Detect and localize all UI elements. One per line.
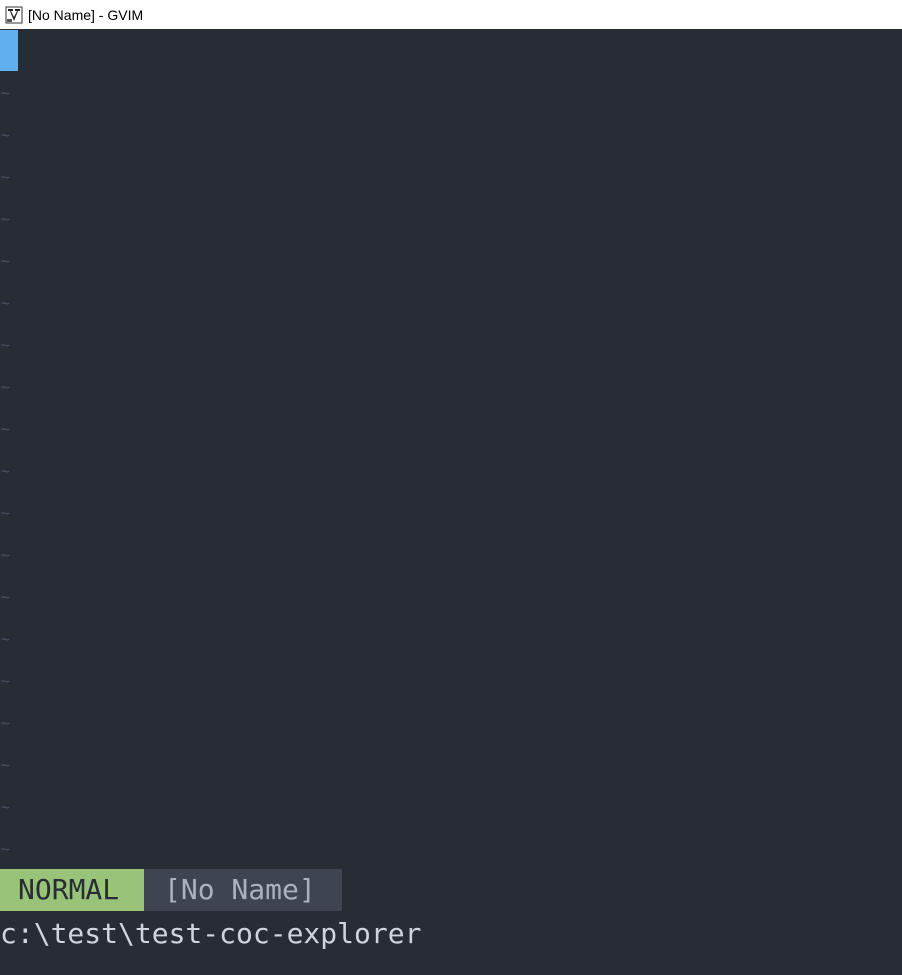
status-line: NORMAL [No Name] bbox=[0, 869, 902, 911]
gvim-icon[interactable] bbox=[4, 5, 24, 25]
block-cursor bbox=[0, 30, 18, 71]
empty-line-tilde: ~ bbox=[1, 630, 11, 648]
empty-line-tilde: ~ bbox=[1, 252, 11, 270]
empty-line-tilde: ~ bbox=[1, 168, 11, 186]
empty-line-tilde: ~ bbox=[1, 546, 11, 564]
command-line[interactable]: c:\test\test-coc-explorer bbox=[0, 911, 902, 957]
empty-line-tilde: ~ bbox=[1, 378, 11, 396]
empty-line-tilde: ~ bbox=[1, 84, 11, 102]
gvim-window: [No Name] - GVIM ~ ~ ~ ~ ~ ~ ~ ~ ~ ~ ~ ~ ~ ~ ~ ~ ~ ~ ~ NOR… bbox=[0, 0, 902, 975]
empty-line-tilde: ~ bbox=[1, 294, 11, 312]
empty-line-tilde: ~ bbox=[1, 840, 11, 858]
empty-line-tilde: ~ bbox=[1, 210, 11, 228]
mode-indicator: NORMAL bbox=[0, 869, 144, 911]
empty-line-tilde: ~ bbox=[1, 798, 11, 816]
editor-area[interactable]: ~ ~ ~ ~ ~ ~ ~ ~ ~ ~ ~ ~ ~ ~ ~ ~ ~ ~ ~ bbox=[0, 29, 902, 869]
empty-line-tilde: ~ bbox=[1, 588, 11, 606]
empty-line-tilde: ~ bbox=[1, 126, 11, 144]
title-bar[interactable]: [No Name] - GVIM bbox=[0, 0, 902, 29]
window-title: [No Name] - GVIM bbox=[28, 6, 144, 23]
empty-line-tilde: ~ bbox=[1, 420, 11, 438]
empty-line-tilde: ~ bbox=[1, 336, 11, 354]
empty-line-tilde: ~ bbox=[1, 672, 11, 690]
empty-line-tilde: ~ bbox=[1, 756, 11, 774]
empty-line-tilde: ~ bbox=[1, 504, 11, 522]
empty-line-tilde: ~ bbox=[1, 714, 11, 732]
status-filename: [No Name] bbox=[144, 869, 342, 911]
empty-line-tilde: ~ bbox=[1, 462, 11, 480]
